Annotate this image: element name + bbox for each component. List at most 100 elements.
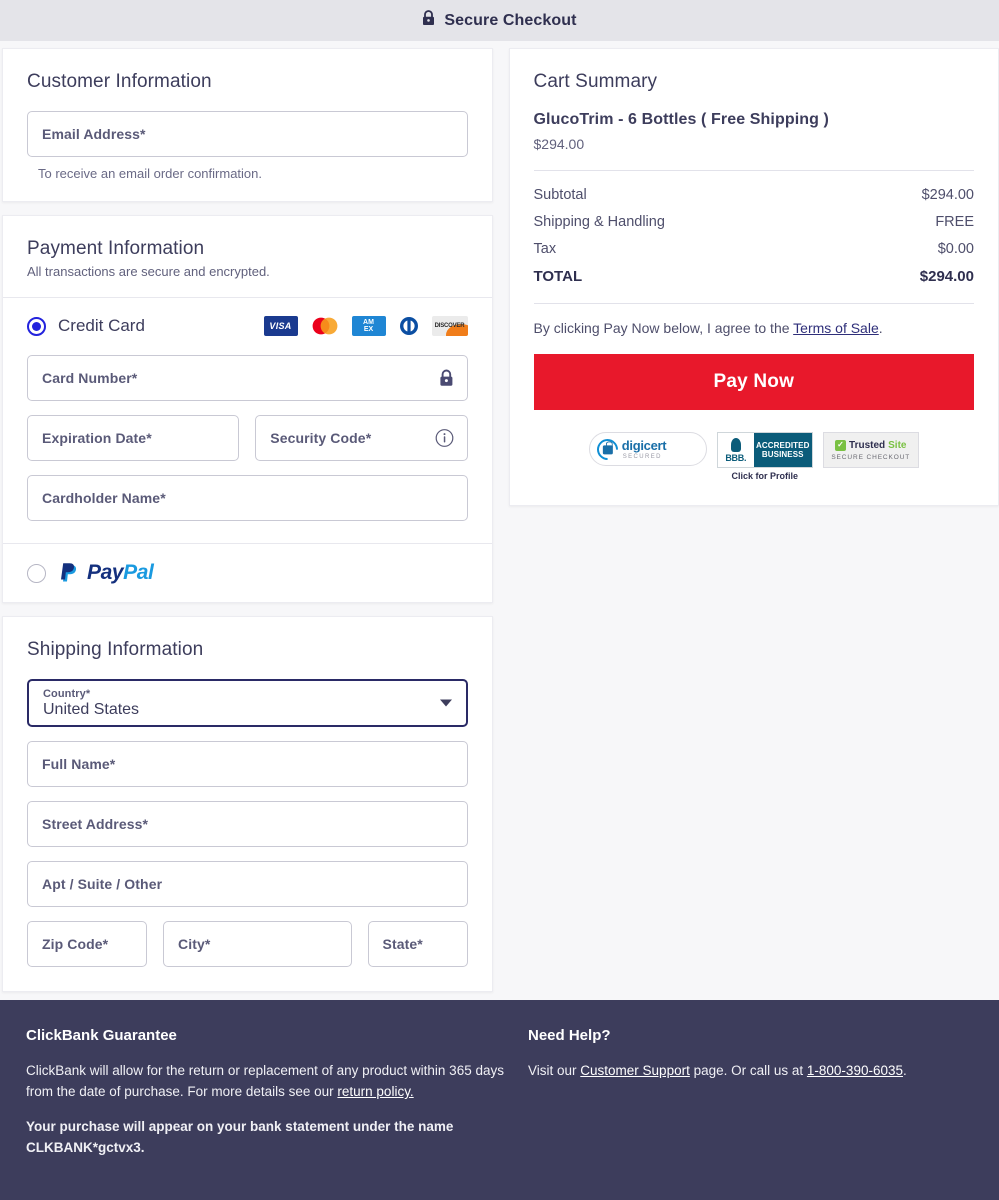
checkout-layout: Customer Information Email Address* To r… [0,41,999,992]
footer-guarantee-text-1: ClickBank will allow for the return or r… [26,1063,504,1099]
header-title: Secure Checkout [444,11,577,29]
payment-information-title: Payment Information [27,238,205,259]
customer-information-panel: Customer Information Email Address* To r… [2,48,493,202]
amex-icon-text: AM EX [363,318,374,334]
diners-club-icon [394,316,424,336]
cart-divider-top [533,170,974,171]
info-icon[interactable] [435,429,454,448]
amex-icon: AM EX [351,316,386,336]
bbb-click-for-profile[interactable]: Click for Profile [731,471,798,481]
zip-city-state-row: Zip Code* City* State* [27,921,468,967]
discover-icon-text: DISCOVER [434,323,465,329]
bbb-badge-wrap[interactable]: BBB. ACCREDITED BUSINESS Click for Profi… [716,432,813,481]
credit-card-label: Credit Card [58,316,145,335]
trustedsite-site-text: Site [888,439,907,451]
full-name-label: Full Name* [42,756,116,772]
cart-row-total: TOTAL $294.00 [534,268,975,285]
cart-product-name: GlucoTrim - 6 Bottles ( Free Shipping ) [533,111,829,128]
card-brand-logos: VISA AM EX DISCOVER [263,316,468,336]
pay-now-button[interactable]: Pay Now [533,354,974,410]
full-name-field[interactable]: Full Name* [27,741,468,787]
country-select-value: United States [43,700,140,718]
trustedsite-badge[interactable]: ✓ Trusted Site SECURE CHECKOUT [822,432,919,468]
street-address-field[interactable]: Street Address* [27,801,468,847]
footer-guarantee-title: ClickBank Guarantee [26,1027,177,1044]
trust-badges: digicert SECURED BBB. ACCREDITED BUSINES… [534,432,975,481]
mastercard-icon [306,316,344,336]
card-number-field[interactable]: Card Number* [27,355,468,401]
cart-total-label: TOTAL [533,268,583,285]
security-code-label: Security Code* [270,430,372,446]
footer-guarantee-text: ClickBank will allow for the return or r… [26,1060,528,1102]
card-expiry-security-row: Expiration Date* Security Code* [27,415,468,461]
email-field-hint: To receive an email order confirmation. [38,166,262,181]
footer-help-middle: page. Or call us at [689,1063,807,1078]
trustedsite-top: ✓ Trusted Site [835,439,907,451]
cart-row-subtotal-label: Subtotal [533,187,587,203]
footer-help-prefix: Visit our [528,1063,581,1078]
discover-icon: DISCOVER [431,316,468,336]
cart-summary-title: Cart Summary [533,71,658,92]
payment-information-panel: Payment Information All transactions are… [2,215,493,603]
expiration-date-label: Expiration Date* [42,430,152,446]
digicert-sub-text: SECURED [622,453,662,460]
paypal-method-row[interactable]: PayPal [3,543,492,602]
state-label: State* [382,936,423,952]
security-code-field[interactable]: Security Code* [255,415,468,461]
cart-row-tax-label: Tax [533,241,557,257]
terms-prefix: By clicking Pay Now below, I agree to th… [533,320,794,336]
city-field[interactable]: City* [163,921,352,967]
footer-help-title: Need Help? [528,1027,611,1044]
zip-code-label: Zip Code* [42,936,109,952]
country-select-label: Country* [43,687,91,700]
cart-row-shipping-value: FREE [935,214,974,230]
bbb-line1: ACCREDITED [756,440,810,450]
card-number-label: Card Number* [42,370,138,386]
bbb-line2: BUSINESS [761,450,804,459]
visa-icon: VISA [263,316,298,336]
digicert-text: digicert SECURED [622,439,667,460]
phone-number-link[interactable]: 1-800-390-6035 [807,1063,903,1078]
email-field[interactable]: Email Address* [27,111,468,157]
payment-information-subtitle: All transactions are secure and encrypte… [27,264,270,279]
trustedsite-sub-text: SECURE CHECKOUT [831,453,911,461]
cart-row-tax: Tax $0.00 [534,241,975,257]
chevron-down-icon[interactable] [439,699,452,707]
page-footer: ClickBank Guarantee ClickBank will allow… [0,1000,999,1200]
paypal-radio[interactable] [27,563,46,583]
secure-checkout-header: Secure Checkout [0,0,999,41]
terms-agreement: By clicking Pay Now below, I agree to th… [534,320,975,336]
paypal-wordmark: PayPal [87,561,154,584]
return-policy-link[interactable]: return policy. [337,1084,413,1099]
cart-row-shipping: Shipping & Handling FREE [534,214,975,230]
state-field[interactable]: State* [367,921,468,967]
cart-total-value: $294.00 [919,268,974,285]
zip-code-field[interactable]: Zip Code* [27,921,147,967]
cart-row-subtotal-value: $294.00 [921,187,974,203]
credit-card-radio[interactable] [27,316,46,336]
bbb-torch-icon: BBB. [717,433,754,467]
check-icon: ✓ [835,439,847,451]
shipping-information-title: Shipping Information [27,639,204,660]
footer-guarantee-column: ClickBank Guarantee ClickBank will allow… [26,1027,528,1200]
apt-suite-label: Apt / Suite / Other [42,876,163,892]
digicert-badge[interactable]: digicert SECURED [588,432,707,466]
bbb-accredited-text: ACCREDITED BUSINESS [753,433,812,467]
cart-product-price: $294.00 [533,136,585,152]
apt-suite-field[interactable]: Apt / Suite / Other [27,861,468,907]
credit-card-section: Credit Card VISA AM EX DISCOVER Card Num… [3,297,492,543]
left-column: Customer Information Email Address* To r… [2,41,493,992]
cart-row-subtotal: Subtotal $294.00 [534,187,975,203]
cardholder-name-field[interactable]: Cardholder Name* [27,475,468,521]
customer-support-link[interactable]: Customer Support [580,1063,690,1078]
credit-card-method-row[interactable]: Credit Card VISA AM EX DISCOVER [27,316,468,336]
country-select[interactable]: Country* United States [27,679,468,727]
expiration-date-field[interactable]: Expiration Date* [27,415,240,461]
shipping-information-panel: Shipping Information Country* United Sta… [2,616,493,992]
credit-card-method-left: Credit Card [27,316,145,336]
cardholder-name-label: Cardholder Name* [42,490,166,506]
cart-row-tax-value: $0.00 [937,241,974,257]
customer-information-title: Customer Information [27,71,212,92]
terms-of-sale-link[interactable]: Terms of Sale [793,320,879,336]
bbb-badge[interactable]: BBB. ACCREDITED BUSINESS [716,432,813,468]
